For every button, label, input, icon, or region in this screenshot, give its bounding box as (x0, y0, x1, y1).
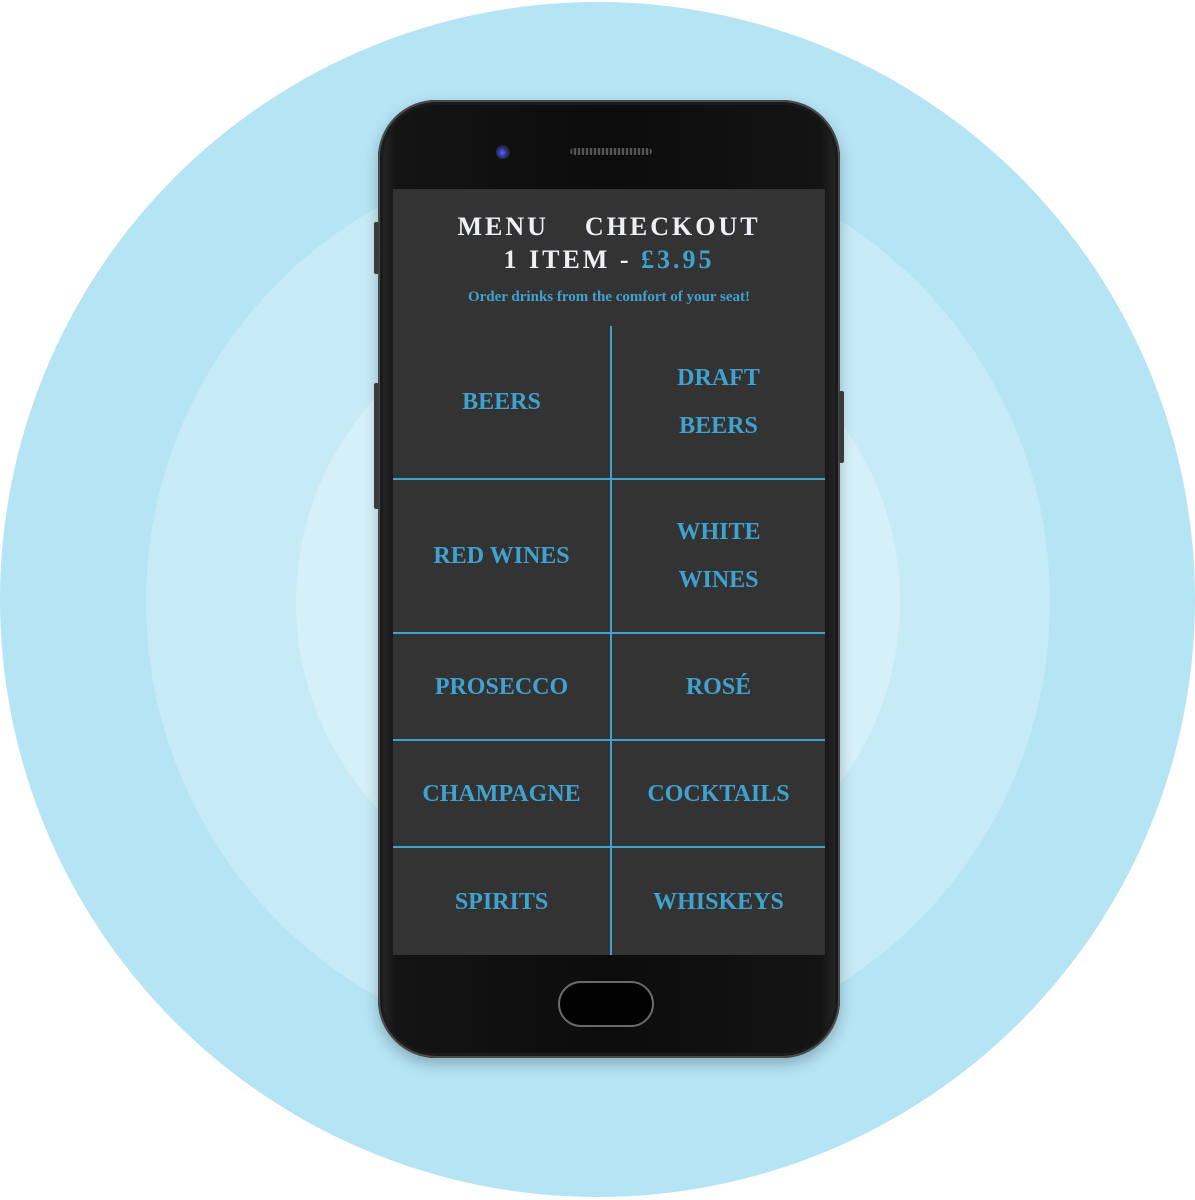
category-prosecco[interactable]: PROSECCO (393, 634, 612, 741)
cart-item-count: 1 ITEM (503, 245, 611, 274)
cart-summary[interactable]: 1 ITEM - £3.95 (393, 243, 825, 277)
menu-link[interactable]: MENU (457, 211, 548, 243)
cart-total: £3.95 (641, 245, 715, 274)
category-white-wines[interactable]: WHITE WINES (612, 480, 825, 634)
front-camera-icon (496, 145, 510, 159)
category-cocktails[interactable]: COCKTAILS (612, 741, 825, 848)
category-label: DRAFT BEERS (677, 365, 760, 439)
power-button (839, 391, 844, 463)
app-header: MENU CHECKOUT 1 ITEM - £3.95 Order drinks… (393, 189, 825, 306)
category-label: WHISKEYS (653, 888, 784, 915)
volume-down-button (374, 383, 379, 509)
category-whiskeys[interactable]: WHISKEYS (612, 848, 825, 955)
category-red-wines[interactable]: RED WINES (393, 480, 612, 634)
category-draft-beers[interactable]: DRAFT BEERS (612, 326, 825, 480)
tagline: Order drinks from the comfort of your se… (467, 289, 751, 305)
category-champagne[interactable]: CHAMPAGNE (393, 741, 612, 848)
phone-device: MENU CHECKOUT 1 ITEM - £3.95 Order drinks… (374, 100, 844, 1058)
category-label: RED WINES (433, 543, 570, 569)
home-button-icon[interactable] (558, 981, 654, 1027)
checkout-link[interactable]: CHECKOUT (585, 211, 761, 243)
category-label: BEERS (462, 389, 541, 415)
cart-separator: - (619, 245, 632, 274)
category-rose[interactable]: ROSÉ (612, 634, 825, 741)
category-beers[interactable]: BEERS (393, 326, 612, 480)
top-nav: MENU CHECKOUT (393, 211, 825, 243)
category-label: SPIRITS (454, 888, 549, 915)
phone-screen: MENU CHECKOUT 1 ITEM - £3.95 Order drinks… (393, 189, 825, 955)
category-label: CHAMPAGNE (422, 780, 581, 807)
category-label: COCKTAILS (647, 780, 790, 807)
volume-up-button (374, 222, 379, 274)
category-spirits[interactable]: SPIRITS (393, 848, 612, 955)
category-grid: BEERS DRAFT BEERS RED WINES WHITE WINES … (393, 326, 825, 955)
category-label: ROSÉ (685, 673, 752, 700)
category-label: WHITE WINES (676, 519, 761, 593)
earpiece-speaker-icon (570, 148, 652, 155)
category-label: PROSECCO (434, 673, 569, 700)
